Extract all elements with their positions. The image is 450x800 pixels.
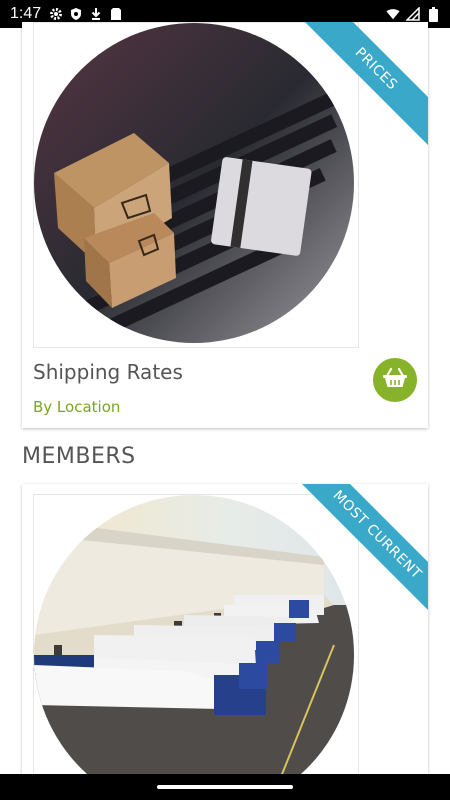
members-section-title: MEMBERS bbox=[22, 444, 136, 469]
signal-icon bbox=[406, 7, 420, 21]
shipping-rates-card[interactable]: PRICES Shipping Rates By Location bbox=[22, 22, 428, 428]
download-icon bbox=[89, 7, 103, 21]
status-time: 1:47 bbox=[10, 5, 42, 22]
shield-icon bbox=[69, 7, 83, 21]
card-subtitle[interactable]: By Location bbox=[33, 398, 120, 416]
sdcard-icon bbox=[109, 7, 123, 21]
shipping-rates-image bbox=[33, 22, 359, 348]
home-handle[interactable] bbox=[157, 785, 293, 789]
basket-button[interactable] bbox=[373, 358, 417, 402]
card-title[interactable]: Shipping Rates bbox=[33, 360, 183, 384]
members-image bbox=[33, 494, 359, 784]
members-card[interactable]: MOST CURRENT bbox=[22, 484, 428, 784]
wifi-icon bbox=[386, 7, 400, 21]
battery-icon bbox=[426, 6, 440, 22]
gear-icon bbox=[49, 7, 63, 21]
basket-icon bbox=[382, 367, 408, 393]
gesture-nav-bar bbox=[0, 774, 450, 800]
